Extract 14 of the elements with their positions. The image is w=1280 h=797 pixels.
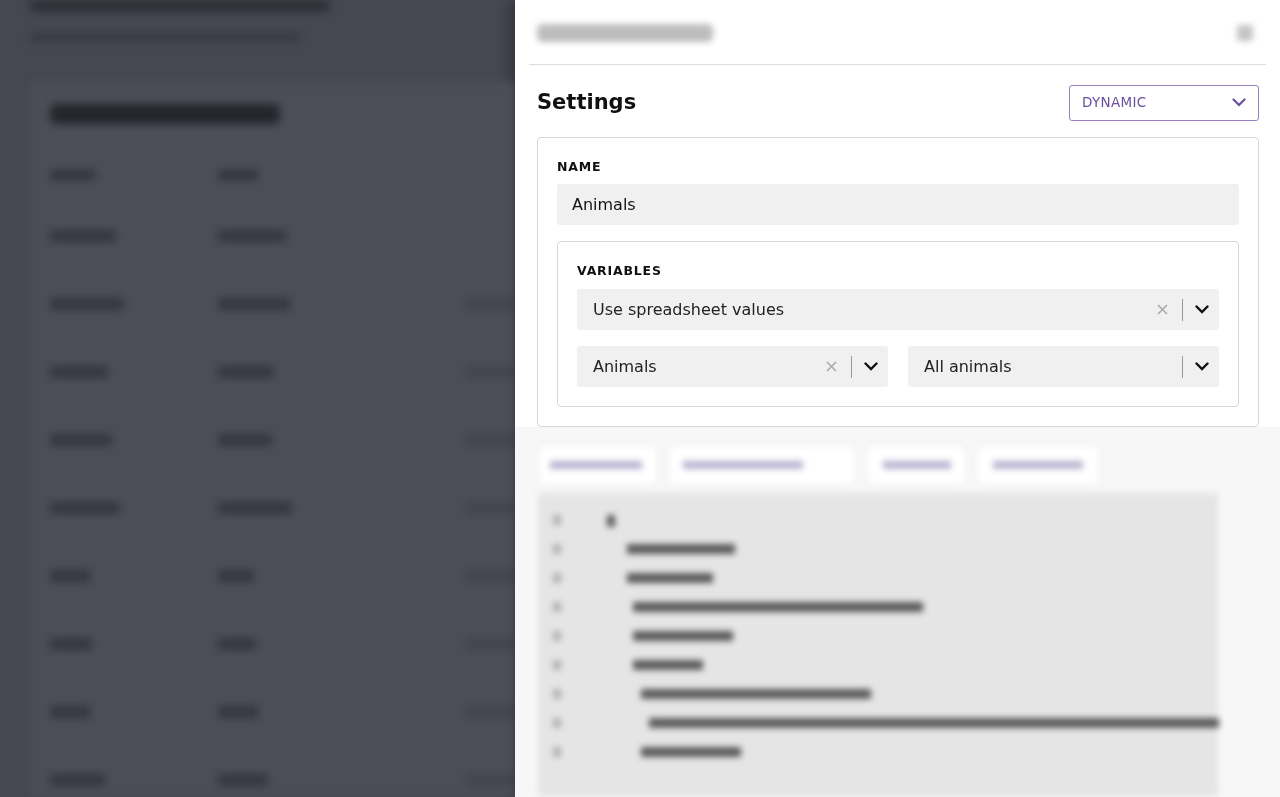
variables-label: VARIABLES bbox=[577, 262, 663, 281]
name-label: NAME bbox=[557, 157, 603, 176]
select-field[interactable]: Animals bbox=[577, 346, 888, 387]
select-field[interactable]: Use spreadsheet values bbox=[577, 289, 1219, 330]
mode-dropdown[interactable]: DYNAMIC bbox=[1069, 84, 1259, 121]
name-input[interactable]: Animals bbox=[557, 184, 1239, 226]
clear-icon[interactable] bbox=[1157, 304, 1168, 315]
chevron-down-icon bbox=[1195, 362, 1209, 371]
clear-icon[interactable] bbox=[826, 361, 837, 372]
select-field[interactable]: All animals bbox=[908, 346, 1219, 387]
chevron-down-icon bbox=[1232, 98, 1246, 107]
settings-heading: Settings bbox=[537, 88, 637, 116]
chevron-down-icon bbox=[864, 362, 878, 371]
chevron-down-icon bbox=[1195, 305, 1209, 314]
